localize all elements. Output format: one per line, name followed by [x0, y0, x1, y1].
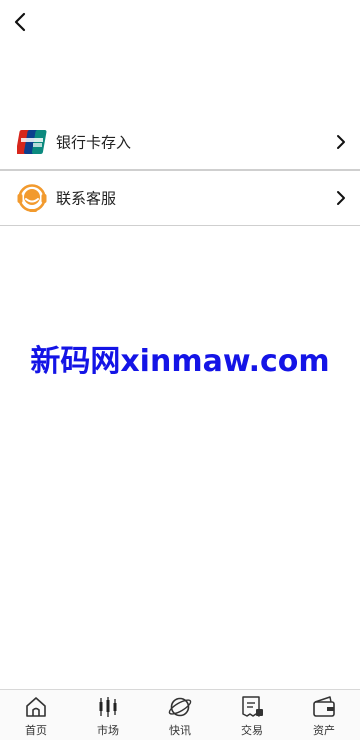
back-button[interactable] [8, 8, 32, 36]
menu-item-bank-card-deposit[interactable]: 银行卡存入 [0, 114, 360, 170]
home-icon [23, 694, 49, 720]
watermark-text: 新码网xinmaw.com [30, 344, 330, 379]
menu-list: 银行卡存入 联系客服 [0, 114, 360, 226]
candlestick-icon [95, 694, 121, 720]
tab-news[interactable]: 快讯 [144, 690, 216, 740]
tab-label: 市场 [97, 724, 119, 737]
wallet-icon [311, 694, 337, 720]
tab-assets[interactable]: 资产 [288, 690, 360, 740]
tab-trade[interactable]: 交易 [216, 690, 288, 740]
chevron-right-icon [334, 133, 348, 151]
receipt-icon [239, 694, 265, 720]
tab-label: 资产 [313, 724, 335, 737]
tab-label: 首页 [25, 724, 47, 737]
tab-market[interactable]: 市场 [72, 690, 144, 740]
menu-item-contact-support[interactable]: 联系客服 [0, 170, 360, 226]
chevron-right-icon [334, 189, 348, 207]
tab-label: 交易 [241, 724, 263, 737]
customer-service-icon [16, 182, 48, 214]
unionpay-icon [16, 126, 48, 158]
menu-item-label: 联系客服 [56, 189, 117, 208]
tab-label: 快讯 [169, 724, 191, 737]
menu-item-label: 银行卡存入 [56, 133, 132, 151]
tab-home[interactable]: 首页 [0, 690, 72, 740]
chevron-left-icon [14, 12, 26, 32]
planet-icon [167, 694, 193, 720]
bottom-tab-bar: 首页 市场 快讯 交易 资产 [0, 689, 360, 740]
